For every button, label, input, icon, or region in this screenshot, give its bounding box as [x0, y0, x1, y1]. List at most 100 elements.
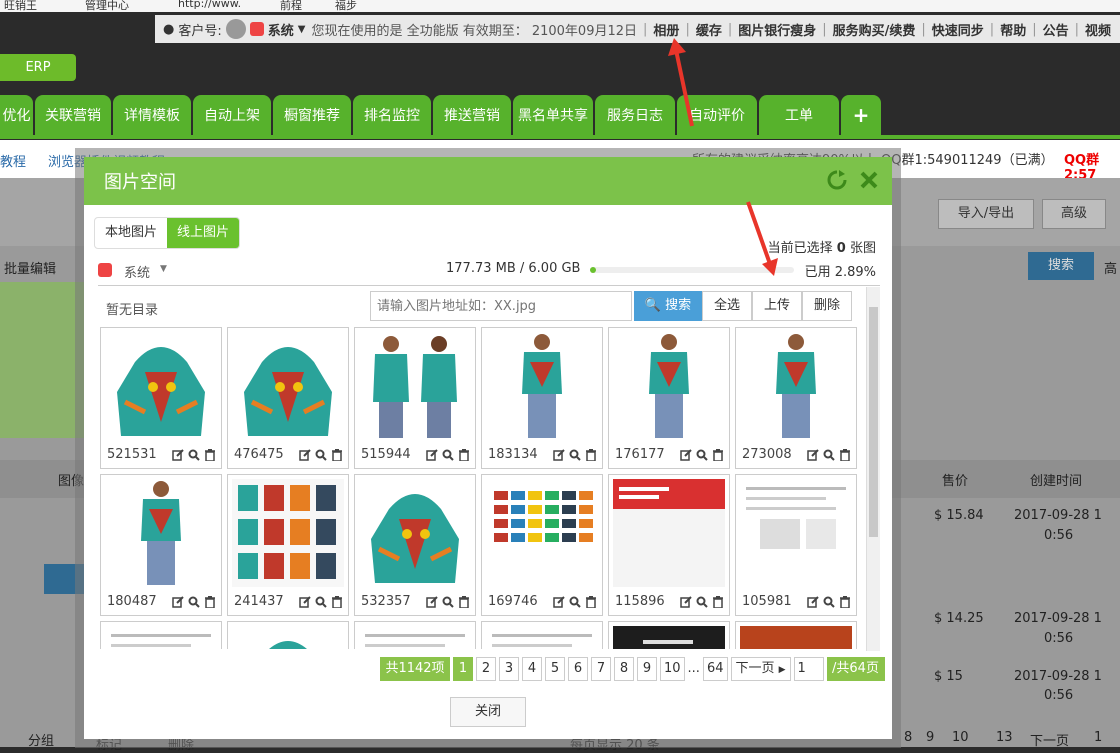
tab-ticket[interactable]: 工单 — [759, 95, 839, 135]
tab-auto-list[interactable]: 自动上架 — [193, 95, 271, 135]
page-10[interactable]: 10 — [660, 657, 685, 681]
image-card[interactable]: 532357 — [354, 474, 476, 616]
page-5[interactable]: 5 — [545, 657, 565, 681]
zoom-icon[interactable] — [823, 596, 835, 608]
link-notice[interactable]: 公告 — [1043, 20, 1069, 39]
image-url-input[interactable] — [370, 291, 632, 321]
tab-online-images[interactable]: 线上图片 — [167, 218, 240, 248]
image-thumbnail[interactable] — [359, 479, 471, 587]
image-card[interactable]: 105981 — [735, 474, 857, 616]
bookmark[interactable]: 前程 — [280, 0, 302, 12]
next-page-button[interactable]: 下一页 ▶ — [730, 657, 791, 681]
image-thumbnail[interactable] — [613, 626, 725, 649]
trash-icon[interactable] — [712, 449, 724, 461]
image-card[interactable] — [481, 621, 603, 649]
grid-scrollbar[interactable] — [866, 287, 880, 651]
tutorial-link[interactable]: 教程 — [0, 151, 26, 170]
erp-button[interactable]: ERP — [0, 54, 76, 81]
bg-page[interactable]: 13 — [996, 730, 1013, 745]
link-help[interactable]: 帮助 — [1000, 20, 1026, 39]
bg-advanced[interactable]: 高级 — [1042, 199, 1106, 229]
trash-icon[interactable] — [331, 449, 343, 461]
trash-icon[interactable] — [204, 449, 216, 461]
system-menu[interactable]: 系统 — [268, 20, 294, 39]
bookmark[interactable]: http://www. — [178, 0, 241, 10]
tab-optimize[interactable]: 优化 — [0, 95, 33, 135]
trash-icon[interactable] — [839, 596, 851, 608]
select-all-button[interactable]: 全选 — [702, 291, 752, 321]
edit-icon[interactable] — [807, 449, 819, 461]
bookmark[interactable]: 旺销王 — [4, 0, 37, 12]
tab-push[interactable]: 推送营销 — [433, 95, 511, 135]
image-card[interactable] — [735, 621, 857, 649]
page-9[interactable]: 9 — [637, 657, 657, 681]
page-1[interactable]: 1 — [453, 657, 473, 681]
upload-button[interactable]: 上传 — [752, 291, 802, 321]
search-button[interactable]: 🔍 搜索 — [634, 291, 702, 321]
edit-icon[interactable] — [299, 449, 311, 461]
link-purchase[interactable]: 服务购买/续费 — [833, 20, 916, 39]
bg-page[interactable]: 8 — [904, 730, 912, 745]
zoom-icon[interactable] — [315, 449, 327, 461]
image-card[interactable]: 521531 — [100, 327, 222, 469]
edit-icon[interactable] — [680, 449, 692, 461]
zoom-icon[interactable] — [696, 449, 708, 461]
image-thumbnail[interactable] — [486, 626, 598, 649]
page-2[interactable]: 2 — [476, 657, 496, 681]
page-8[interactable]: 8 — [614, 657, 634, 681]
edit-icon[interactable] — [172, 596, 184, 608]
page-64[interactable]: 64 — [702, 657, 728, 681]
image-card[interactable]: 273008 — [735, 327, 857, 469]
page-6[interactable]: 6 — [568, 657, 588, 681]
image-thumbnail[interactable] — [232, 332, 344, 440]
image-thumbnail[interactable] — [486, 479, 598, 587]
image-card[interactable]: 476475 — [227, 327, 349, 469]
image-thumbnail[interactable] — [740, 332, 852, 440]
link-slim[interactable]: 图片银行瘦身 — [738, 20, 816, 39]
image-card[interactable]: 115896 — [608, 474, 730, 616]
bg-more[interactable]: 高 — [1104, 258, 1117, 277]
edit-icon[interactable] — [426, 596, 438, 608]
image-card[interactable] — [227, 621, 349, 649]
image-thumbnail[interactable] — [232, 479, 344, 587]
trash-icon[interactable] — [839, 449, 851, 461]
zoom-icon[interactable] — [188, 596, 200, 608]
edit-icon[interactable] — [299, 596, 311, 608]
edit-icon[interactable] — [172, 449, 184, 461]
scrollbar-thumb[interactable] — [869, 307, 878, 537]
image-thumbnail[interactable] — [105, 479, 217, 587]
page-7[interactable]: 7 — [591, 657, 611, 681]
zoom-icon[interactable] — [315, 596, 327, 608]
image-thumbnail[interactable] — [105, 332, 217, 440]
image-card[interactable] — [354, 621, 476, 649]
image-thumbnail[interactable] — [613, 479, 725, 587]
edit-icon[interactable] — [553, 449, 565, 461]
trash-icon[interactable] — [458, 449, 470, 461]
image-card[interactable] — [100, 621, 222, 649]
zoom-icon[interactable] — [569, 449, 581, 461]
image-thumbnail[interactable] — [740, 626, 852, 649]
zoom-icon[interactable] — [442, 449, 454, 461]
tab-log[interactable]: 服务日志 — [595, 95, 675, 135]
system-dropdown[interactable]: 系统 — [124, 262, 150, 281]
bg-page[interactable]: 10 — [952, 730, 969, 745]
page-3[interactable]: 3 — [499, 657, 519, 681]
bookmark[interactable]: 福步 — [335, 0, 357, 12]
image-thumbnail[interactable] — [232, 626, 344, 649]
bg-batch-edit[interactable]: 批量编辑 — [4, 258, 56, 277]
bg-page[interactable]: 9 — [926, 730, 934, 745]
link-album[interactable]: 相册 — [653, 20, 679, 39]
link-sync[interactable]: 快速同步 — [932, 20, 984, 39]
bg-next[interactable]: 下一页 — [1030, 730, 1069, 749]
edit-icon[interactable] — [680, 596, 692, 608]
tab-template[interactable]: 详情模板 — [113, 95, 191, 135]
zoom-icon[interactable] — [696, 596, 708, 608]
trash-icon[interactable] — [458, 596, 470, 608]
bookmark[interactable]: 管理中心 — [85, 0, 129, 12]
image-card[interactable]: 515944 — [354, 327, 476, 469]
tab-rank[interactable]: 排名监控 — [353, 95, 431, 135]
zoom-icon[interactable] — [442, 596, 454, 608]
bg-group[interactable]: 分组 — [28, 730, 54, 749]
tab-local-images[interactable]: 本地图片 — [95, 218, 167, 248]
image-card[interactable] — [608, 621, 730, 649]
